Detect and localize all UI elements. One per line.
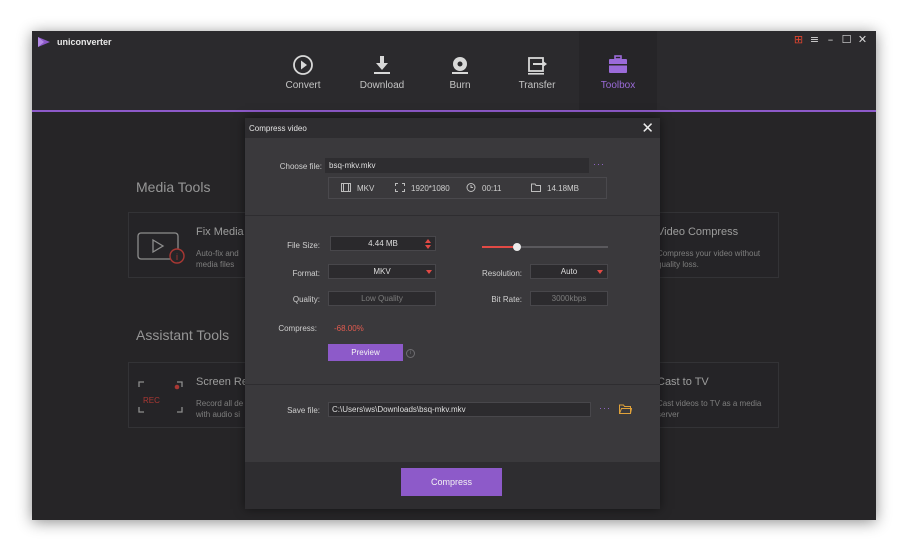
tab-convert-label: Convert xyxy=(285,80,321,91)
tab-toolbox[interactable]: Toolbox xyxy=(579,31,657,110)
resolution-icon xyxy=(395,183,405,192)
format-select[interactable]: MKV xyxy=(328,264,436,279)
dialog-header: Compress video ✕ xyxy=(245,118,660,138)
maximize-icon[interactable]: ☐ xyxy=(841,34,852,45)
dialog-title: Compress video xyxy=(249,124,307,133)
convert-icon xyxy=(293,55,313,75)
info-duration-value: 00:11 xyxy=(482,184,502,193)
quality-label: Quality: xyxy=(292,295,320,304)
tab-toolbox-label: Toolbox xyxy=(600,80,636,91)
window-controls: ⊞ ≡ – ☐ ✕ xyxy=(793,34,868,45)
resolution-dropdown-icon[interactable] xyxy=(597,270,603,274)
bitrate-label: Bit Rate: xyxy=(491,295,522,304)
save-file-more-button[interactable]: ··· xyxy=(599,403,611,413)
minimize-icon[interactable]: – xyxy=(825,34,836,45)
toolbox-icon xyxy=(609,55,627,73)
film-icon xyxy=(341,183,351,192)
compress-ratio-label: Compress: xyxy=(278,324,317,333)
file-size-value: 4.44 MB xyxy=(368,239,398,248)
tab-burn-label: Burn xyxy=(449,80,471,91)
resolution-value: Auto xyxy=(560,267,578,276)
tab-transfer-label: Transfer xyxy=(518,80,556,91)
resolution-label: Resolution: xyxy=(481,269,522,278)
tab-convert[interactable]: Convert xyxy=(264,31,342,110)
format-dropdown-icon[interactable] xyxy=(426,270,432,274)
tab-download[interactable]: Download xyxy=(343,31,421,110)
save-file-input[interactable]: C:\Users\ws\Downloads\bsq-mkv.mkv xyxy=(328,402,591,417)
dialog-close-icon[interactable]: ✕ xyxy=(641,119,654,137)
burn-icon xyxy=(452,57,468,74)
compression-slider-fill xyxy=(482,246,517,248)
title-bar: uniconverter ⊞ ≡ – ☐ ✕ Convert Download xyxy=(32,31,876,111)
compress-video-dialog: Compress video ✕ Choose file: bsq-mkv.mk… xyxy=(245,118,660,509)
app-logo-icon xyxy=(38,37,50,47)
clock-icon xyxy=(466,183,476,192)
menu-icon[interactable]: ≡ xyxy=(809,34,820,45)
preview-button[interactable]: Preview xyxy=(328,344,403,361)
format-value: MKV xyxy=(373,267,391,276)
info-duration: 00:11 xyxy=(466,183,501,193)
tab-burn[interactable]: Burn xyxy=(421,31,499,110)
close-window-icon[interactable]: ✕ xyxy=(857,34,868,45)
save-file-label: Save file: xyxy=(287,406,320,415)
format-label: Format: xyxy=(292,269,320,278)
info-resolution-value: 1920*1080 xyxy=(411,184,450,193)
info-size: 14.18MB xyxy=(531,183,579,193)
file-info-box: MKV 1920*1080 00:11 14.18MB xyxy=(328,177,607,199)
compression-slider-thumb[interactable] xyxy=(513,243,521,251)
app-name: uniconverter xyxy=(57,37,112,47)
info-resolution: 1920*1080 xyxy=(395,183,450,193)
choose-file-more-button[interactable]: ··· xyxy=(593,159,605,169)
info-size-value: 14.18MB xyxy=(547,184,580,193)
file-size-stepper-icon[interactable] xyxy=(424,238,432,250)
section-divider xyxy=(245,215,660,216)
file-size-input[interactable]: 4.44 MB xyxy=(330,236,436,251)
choose-file-label: Choose file: xyxy=(279,162,322,171)
choose-file-input[interactable]: bsq-mkv.mkv xyxy=(325,158,589,173)
section-divider-2 xyxy=(245,384,660,385)
gift-icon[interactable]: ⊞ xyxy=(793,34,804,45)
info-format: MKV xyxy=(341,183,374,193)
info-format-value: MKV xyxy=(357,184,375,193)
download-icon xyxy=(374,56,390,74)
tab-download-label: Download xyxy=(359,80,405,91)
app-window: uniconverter ⊞ ≡ – ☐ ✕ Convert Download xyxy=(32,31,876,520)
tab-transfer[interactable]: Transfer xyxy=(498,31,576,110)
transfer-icon xyxy=(528,57,547,75)
compress-button[interactable]: Compress xyxy=(401,468,502,496)
preview-info-icon[interactable]: i xyxy=(406,349,415,358)
file-size-label: File Size: xyxy=(287,241,320,250)
folder-small-icon xyxy=(531,183,541,192)
open-folder-icon[interactable] xyxy=(619,404,632,414)
bitrate-field[interactable]: 3000kbps xyxy=(530,291,608,306)
quality-field[interactable]: Low Quality xyxy=(328,291,436,306)
compress-ratio-value: -68.00% xyxy=(334,324,364,333)
